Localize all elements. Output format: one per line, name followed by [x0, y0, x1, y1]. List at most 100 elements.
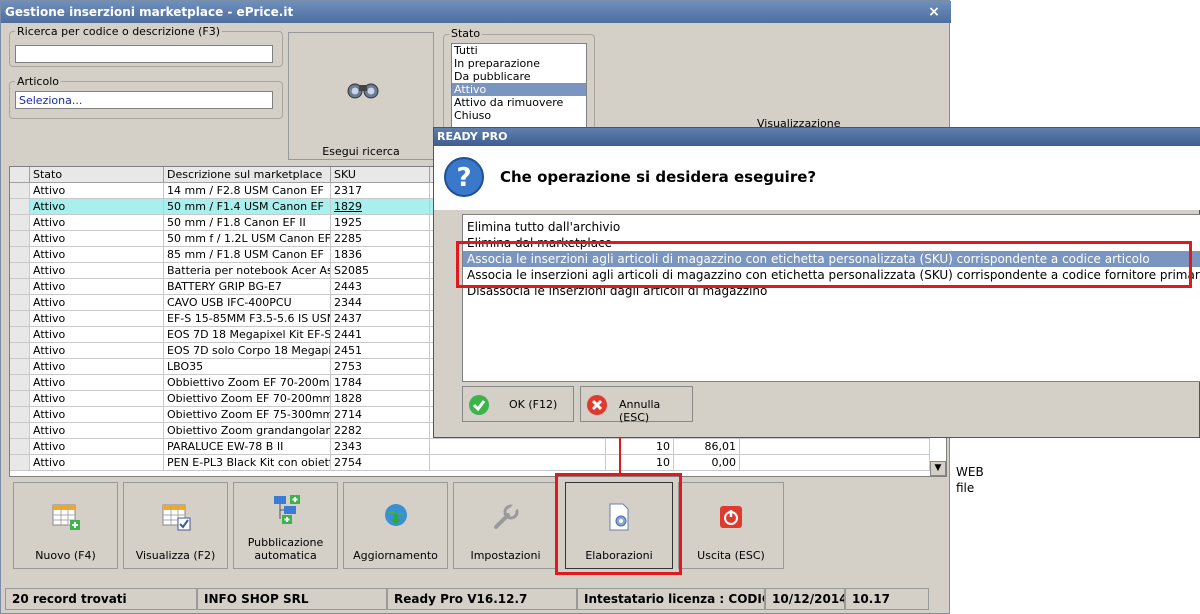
table-cell-sku: 2437 [331, 311, 430, 327]
search-input[interactable] [15, 45, 273, 63]
articolo-select[interactable]: Seleziona... [15, 91, 273, 109]
table-row[interactable]: Attivo PEN E-PL3 Black Kit con obietti...… [10, 455, 946, 471]
table-cell-desc: PEN E-PL3 Black Kit con obietti... [164, 455, 331, 471]
grid-corner [10, 167, 30, 183]
row-indicator [10, 183, 30, 199]
cancel-label: Annulla (ESC) [619, 398, 661, 424]
svg-text:?: ? [456, 163, 471, 193]
binoculars-icon [347, 83, 379, 99]
table-cell-sku: 2343 [331, 439, 430, 455]
table-cell-stato: Attivo [30, 263, 164, 279]
table-cell-sku: 1828 [331, 391, 430, 407]
table-cell-stato: Attivo [30, 183, 164, 199]
table-cell-stato: Attivo [30, 375, 164, 391]
search-button-label: Esegui ricerca [322, 145, 400, 158]
row-indicator [10, 263, 30, 279]
table-cell-sku: 1784 [331, 375, 430, 391]
row-indicator [10, 407, 30, 423]
search-label: Ricerca per codice o descrizione (F3) [15, 25, 223, 38]
table-cell-stato: Attivo [30, 343, 164, 359]
status-records: 20 record trovati [5, 588, 197, 610]
dialog-header: ? Che operazione si desidera eseguire? [434, 146, 1200, 210]
stato-item-attivo[interactable]: Attivo [452, 83, 586, 96]
row-indicator [10, 295, 30, 311]
background-text-web: WEB [956, 465, 984, 479]
impostazioni-label: Impostazioni [470, 549, 541, 562]
table-cell-stato: Attivo [30, 295, 164, 311]
row-indicator [10, 455, 30, 471]
grid-add-icon [52, 504, 80, 530]
ok-button[interactable]: OK (F12) [462, 386, 574, 422]
dialog-question: Che operazione si desidera eseguire? [500, 168, 817, 186]
table-cell-sku: 2282 [331, 423, 430, 439]
globe-download-icon [384, 504, 407, 526]
table-cell-desc: EF-S 15-85MM F3.5-5.6 IS USM [164, 311, 331, 327]
table-cell-stato: Attivo [30, 439, 164, 455]
cancel-button[interactable]: Annulla (ESC) [580, 386, 693, 424]
pubblicazione-automatica-button[interactable]: Pubblicazione automatica [233, 482, 338, 569]
grid-check-icon [162, 504, 190, 531]
column-header-stato[interactable]: Stato [30, 167, 164, 183]
table-cell-desc: LBO35 [164, 359, 331, 375]
uscita-button[interactable]: Uscita (ESC) [678, 482, 784, 569]
stato-item-da-pubblicare[interactable]: Da pubblicare [452, 70, 586, 83]
row-indicator [10, 199, 30, 215]
table-cell-desc: EOS 7D 18 Megapixel Kit EF-S ... [164, 327, 331, 343]
table-cell-sku: 2714 [331, 407, 430, 423]
status-license: Intestatario licenza : CODICE SRL [577, 588, 765, 610]
table-cell-stato: Attivo [30, 215, 164, 231]
pubblicazione-label-line2: automatica [254, 549, 317, 562]
stato-item-attivo-da-rimuovere[interactable]: Attivo da rimuovere [452, 96, 586, 109]
table-cell-stato: Attivo [30, 359, 164, 375]
table-cell-sku: 1829 [331, 199, 430, 215]
cancel-icon [587, 395, 607, 415]
column-header-descrizione[interactable]: Descrizione sul marketplace [164, 167, 331, 183]
table-cell-sku: 2285 [331, 231, 430, 247]
visualizza-button[interactable]: Visualizza (F2) [123, 482, 228, 569]
aggiornamento-button[interactable]: Aggiornamento [343, 482, 448, 569]
table-cell-desc: 50 mm f / 1.2L USM Canon EF [164, 231, 331, 247]
table-cell-desc: CAVO USB IFC-400PCU [164, 295, 331, 311]
table-cell-stato: Attivo [30, 311, 164, 327]
impostazioni-button[interactable]: Impostazioni [453, 482, 558, 569]
table-cell-stato: Attivo [30, 407, 164, 423]
table-cell-sku: 2451 [331, 343, 430, 359]
visualizza-label: Visualizza (F2) [135, 549, 216, 562]
aggiornamento-label: Aggiornamento [353, 549, 438, 562]
table-cell-price: 86,01 [674, 439, 740, 455]
tree-add-icon [273, 495, 300, 524]
row-indicator [10, 311, 30, 327]
table-cell-sku: 2443 [331, 279, 430, 295]
table-cell-desc: Obbiettivo Zoom EF 70-200mm... [164, 375, 331, 391]
table-cell-x1 [430, 455, 606, 471]
elaborazioni-highlight [555, 473, 682, 575]
question-icon: ? [444, 157, 484, 197]
search-button[interactable]: Esegui ricerca [288, 32, 434, 160]
table-cell-stato: Attivo [30, 391, 164, 407]
table-cell-sku: 2441 [331, 327, 430, 343]
row-indicator [10, 279, 30, 295]
status-company: INFO SHOP SRL [197, 588, 387, 610]
close-icon[interactable]: × [925, 1, 943, 23]
scroll-down-button[interactable]: ▼ [930, 461, 946, 476]
power-icon [720, 506, 742, 528]
table-row[interactable]: Attivo PARALUCE EW-78 B II 2343 10 86,01 [10, 439, 946, 455]
operation-list[interactable]: Elimina tutto dall'archivio Elimina dal … [462, 214, 1200, 382]
nuovo-button[interactable]: Nuovo (F4) [13, 482, 118, 569]
stato-item-in-preparazione[interactable]: In preparazione [452, 57, 586, 70]
wrench-icon [493, 503, 519, 529]
option-elimina-tutto[interactable]: Elimina tutto dall'archivio [463, 219, 1200, 235]
stato-item-tutti[interactable]: Tutti [452, 44, 586, 57]
table-cell-x1 [430, 439, 606, 455]
stato-list[interactable]: Tutti In preparazione Da pubblicare Atti… [451, 43, 587, 133]
pubblicazione-label-line1: Pubblicazione [247, 536, 324, 549]
column-header-sku[interactable]: SKU [331, 167, 430, 183]
row-indicator [10, 247, 30, 263]
table-cell-desc: Obiettivo Zoom EF 70-200mm f... [164, 391, 331, 407]
options-highlight [456, 241, 1192, 288]
stato-item-chiuso[interactable]: Chiuso [452, 109, 586, 122]
pubblicazione-label: Pubblicazione automatica [234, 536, 337, 562]
uscita-label: Uscita (ESC) [697, 549, 765, 562]
table-cell-desc: 14 mm / F2.8 USM Canon EF [164, 183, 331, 199]
row-indicator [10, 439, 30, 455]
